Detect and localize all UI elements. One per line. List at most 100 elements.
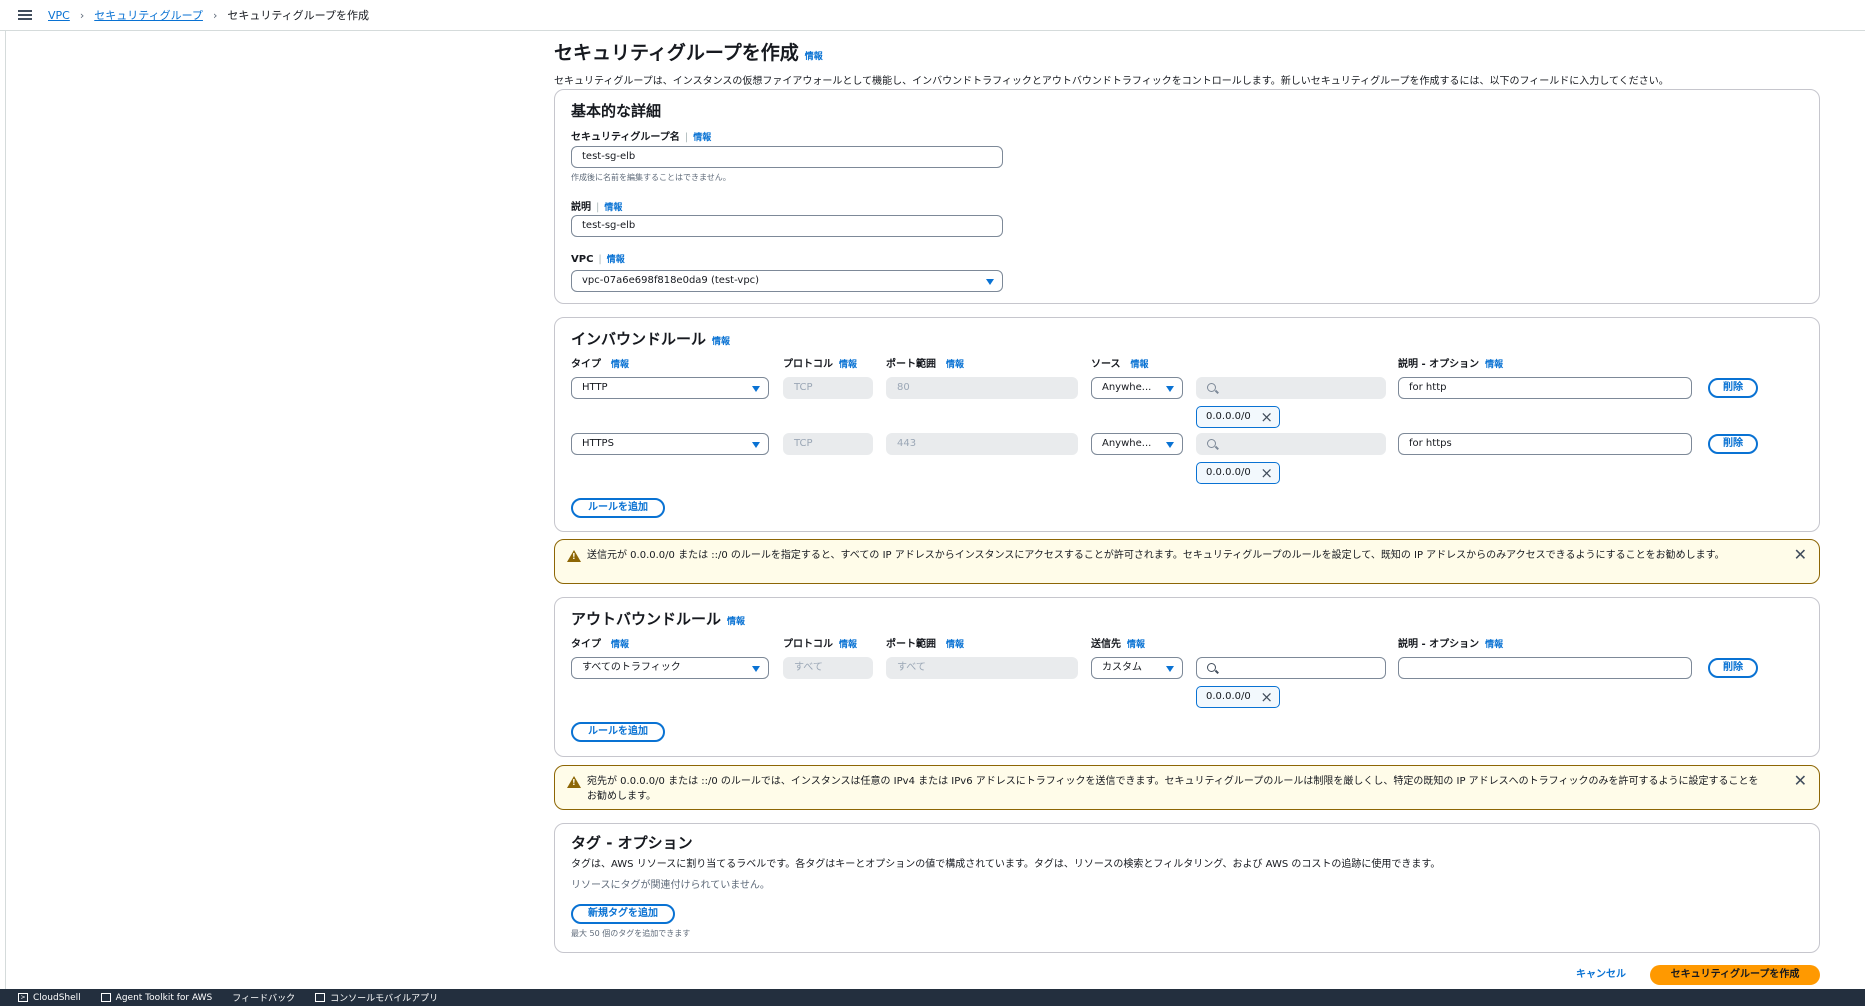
info-link[interactable]: 情報 — [693, 133, 711, 143]
info-link[interactable]: 情報 — [946, 360, 964, 370]
chevron-right-icon: › — [212, 8, 218, 22]
caret-down-icon — [752, 386, 760, 392]
create-security-group-button[interactable]: セキュリティグループを作成 — [1650, 965, 1820, 985]
inbound-warning-alert: 送信元が 0.0.0.0/0 または ::/0 のルールを指定すると、すべての … — [554, 539, 1820, 584]
info-link[interactable]: 情報 — [1127, 640, 1145, 650]
mobile-app-label: コンソールモバイルアプリ — [330, 994, 439, 1004]
info-link[interactable]: 情報 — [607, 255, 625, 265]
inbound-port-field: 443 — [886, 433, 1078, 455]
search-icon — [1207, 439, 1216, 448]
tags-limit-hint: 最大 50 個のタグを追加できます — [571, 929, 691, 938]
outbound-description-input[interactable] — [1398, 657, 1692, 679]
info-link[interactable]: 情報 — [604, 203, 622, 213]
close-icon[interactable]: × — [1260, 688, 1273, 706]
main-content: セキュリティグループを作成 情報 セキュリティグループは、インスタンスの仮想ファイ… — [554, 36, 1820, 87]
inbound-description-input[interactable]: for https — [1398, 433, 1692, 455]
close-icon[interactable]: × — [1260, 408, 1273, 426]
page-description: セキュリティグループは、インスタンスの仮想ファイアウォールとして機能し、インバウ… — [554, 76, 1669, 87]
inbound-type-value: HTTPS — [582, 438, 614, 449]
info-link[interactable]: 情報 — [946, 640, 964, 650]
caret-down-icon — [1166, 442, 1174, 448]
col-port-label: ポート範囲 情報 — [886, 635, 964, 650]
cidr-token-text: 0.0.0.0/0 — [1206, 691, 1251, 702]
inbound-description-input[interactable]: for http — [1398, 377, 1692, 399]
cidr-token: 0.0.0.0/0 × — [1196, 462, 1280, 484]
cancel-button[interactable]: キャンセル — [1576, 965, 1626, 985]
basic-details-panel: 基本的な詳細 セキュリティグループ名 | 情報 test-sg-elb 作成後に名前… — [554, 89, 1820, 304]
info-link[interactable]: 情報 — [839, 640, 857, 650]
outbound-destination-select[interactable]: カスタム — [1091, 657, 1183, 679]
cloudshell-link[interactable]: > CloudShell — [18, 993, 81, 1003]
info-link[interactable]: 情報 — [712, 337, 730, 347]
inbound-cidr-search[interactable] — [1196, 433, 1386, 455]
caret-down-icon — [1166, 666, 1174, 672]
add-inbound-rule-button[interactable]: ルールを追加 — [571, 498, 665, 518]
breadcrumb-vpc[interactable]: VPC — [48, 9, 70, 22]
outbound-cidr-search[interactable] — [1196, 657, 1386, 679]
info-link[interactable]: 情報 — [805, 52, 823, 62]
description-input[interactable]: test-sg-elb — [571, 215, 1003, 237]
terminal-icon: > — [18, 993, 28, 1002]
info-link[interactable]: 情報 — [1131, 360, 1149, 370]
outbound-port-field: すべて — [886, 657, 1078, 679]
inbound-source-value: Anywhe... — [1102, 438, 1152, 449]
page-title-text: セキュリティグループを作成 — [554, 42, 799, 64]
feedback-link[interactable]: フィードバック — [232, 991, 295, 1004]
delete-button[interactable]: 削除 — [1708, 434, 1758, 454]
inbound-type-select[interactable]: HTTPS — [571, 433, 769, 455]
col-description-label: 説明 - オプション 情報 — [1398, 635, 1503, 650]
outbound-rules-panel: アウトバウンドルール 情報 タイプ 情報 プロトコル 情報 ポート範囲 情報 送信先 情報… — [554, 597, 1820, 757]
outbound-rules-title-text: アウトバウンドルール — [571, 610, 722, 628]
info-link[interactable]: 情報 — [1485, 360, 1503, 370]
tags-title: タグ - オプション — [571, 834, 693, 852]
inbound-cidr-search[interactable] — [1196, 377, 1386, 399]
info-link[interactable]: 情報 — [727, 617, 745, 627]
col-protocol-text: プロトコル — [783, 639, 833, 650]
breadcrumb-security-groups[interactable]: セキュリティグループ — [94, 7, 203, 23]
mobile-app-link[interactable]: コンソールモバイルアプリ — [315, 991, 438, 1004]
sg-name-input[interactable]: test-sg-elb — [571, 146, 1003, 168]
col-description-label: 説明 - オプション 情報 — [1398, 355, 1503, 370]
info-link[interactable]: 情報 — [1485, 640, 1503, 650]
col-description-text: 説明 - オプション — [1398, 359, 1480, 370]
warning-icon — [567, 776, 581, 788]
vpc-label: VPC | 情報 — [571, 254, 625, 265]
inbound-port-field: 80 — [886, 377, 1078, 399]
info-link[interactable]: 情報 — [611, 640, 629, 650]
close-icon[interactable]: ✕ — [1794, 771, 1807, 790]
inbound-rules-panel: インバウンドルール 情報 タイプ 情報 プロトコル 情報 ポート範囲 情報 ソース 情報 … — [554, 317, 1820, 532]
info-link[interactable]: 情報 — [611, 360, 629, 370]
info-link[interactable]: 情報 — [839, 360, 857, 370]
inbound-source-select[interactable]: Anywhe... — [1091, 377, 1183, 399]
outbound-warning-alert: 宛先が 0.0.0.0/0 または ::/0 のルールでは、インスタンスは任意の… — [554, 765, 1820, 810]
tags-description: タグは、AWS リソースに割り当てるラベルです。各タグはキーとオプションの値で構… — [571, 859, 1441, 870]
add-outbound-rule-button[interactable]: ルールを追加 — [571, 722, 665, 742]
breadcrumb-current: セキュリティグループを作成 — [227, 9, 370, 22]
console-bottom-bar: > CloudShell Agent Toolkit for AWS フィードバッ… — [0, 989, 1865, 1006]
vpc-select-value: vpc-07a6e698f818e0da9 (test-vpc) — [582, 275, 760, 286]
outbound-type-select[interactable]: すべてのトラフィック — [571, 657, 769, 679]
close-icon[interactable]: ✕ — [1794, 545, 1807, 564]
caret-down-icon — [1166, 386, 1174, 392]
caret-down-icon — [752, 666, 760, 672]
agent-toolkit-label: Agent Toolkit for AWS — [115, 992, 213, 1003]
outbound-type-value: すべてのトラフィック — [582, 662, 681, 673]
inbound-source-select[interactable]: Anywhe... — [1091, 433, 1183, 455]
inbound-type-select[interactable]: HTTP — [571, 377, 769, 399]
close-icon[interactable]: × — [1260, 464, 1273, 482]
menu-icon[interactable] — [18, 10, 32, 20]
outbound-rules-title: アウトバウンドルール 情報 — [571, 608, 745, 629]
inbound-rules-title-text: インバウンドルール — [571, 330, 707, 348]
outbound-destination-value: カスタム — [1102, 662, 1142, 673]
inbound-protocol-field: TCP — [783, 377, 873, 399]
delete-button[interactable]: 削除 — [1708, 378, 1758, 398]
col-protocol-label: プロトコル 情報 — [783, 355, 857, 370]
col-type-label: タイプ 情報 — [571, 635, 629, 650]
col-port-label: ポート範囲 情報 — [886, 355, 964, 370]
agent-toolkit-link[interactable]: Agent Toolkit for AWS — [100, 992, 213, 1003]
sg-name-hint: 作成後に名前を編集することはできません。 — [571, 173, 731, 182]
delete-button[interactable]: 削除 — [1708, 658, 1758, 678]
cidr-token-text: 0.0.0.0/0 — [1206, 467, 1251, 478]
vpc-select[interactable]: vpc-07a6e698f818e0da9 (test-vpc) — [571, 270, 1003, 292]
add-tag-button[interactable]: 新規タグを追加 — [571, 904, 675, 924]
